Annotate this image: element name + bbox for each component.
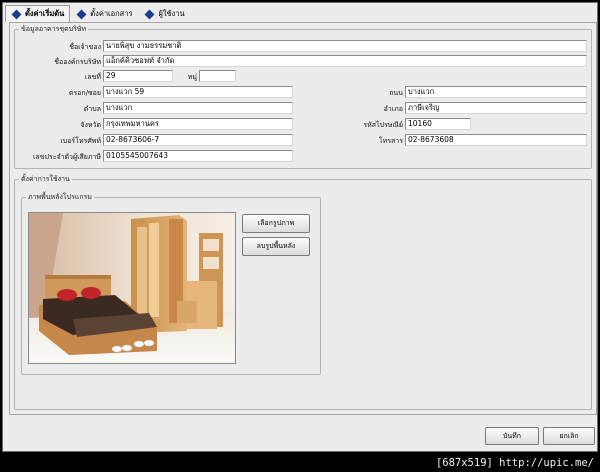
- moo-label: หมู่: [187, 73, 197, 81]
- owner-name-field[interactable]: นายพิสุข งามธรรมชาติ: [103, 40, 587, 52]
- background-image-preview: [28, 212, 236, 364]
- delete-background-button[interactable]: ลบรูปพื้นหลัง: [242, 237, 310, 256]
- usage-settings-legend: ตั้งค่าการใช้งาน: [21, 175, 70, 183]
- background-image-group: ภาพพื้นหลังโปรแกรม เลือกรูปภาพ ลบรูปพื้น…: [21, 192, 321, 375]
- tab-label: ตั้งค่าเริ่มต้น: [25, 9, 65, 18]
- tab-users[interactable]: ผู้ใช้งาน: [138, 5, 191, 22]
- usage-settings-group: ตั้งค่าการใช้งาน ภาพพื้นหลังโปรแกรม เลือ…: [14, 174, 592, 410]
- postcode-label: รหัสไปรษณีย์: [363, 121, 403, 129]
- diamond-icon: [145, 9, 155, 19]
- bedroom-photo: [29, 213, 235, 363]
- house-no-label: เลขที่: [84, 73, 101, 81]
- diamond-icon: [11, 9, 22, 19]
- province-label: จังหวัด: [80, 121, 101, 129]
- tab-label: ตั้งค่าเอกสาร: [90, 9, 133, 18]
- save-button[interactable]: บันทึก: [485, 427, 539, 445]
- soi-label: ตรอก/ซอย: [68, 89, 101, 97]
- watermark-text: [687x519] http://upic.me/: [435, 457, 594, 469]
- cancel-button[interactable]: ยกเลิก: [543, 427, 595, 445]
- moo-field[interactable]: [199, 70, 236, 82]
- district-label: อำเภอ: [383, 105, 403, 113]
- road-field[interactable]: บางแวก: [405, 86, 587, 98]
- tab-bar: ตั้งค่าเริ่มต้น ตั้งค่าเอกสาร ผู้ใช้งาน: [5, 5, 191, 22]
- district-field[interactable]: ภาษีเจริญ: [405, 102, 587, 114]
- tax-id-label: เลขประจำตัวผู้เสียภาษี: [33, 153, 101, 161]
- tab-label: ผู้ใช้งาน: [158, 9, 185, 18]
- subdistrict-field[interactable]: บางแวก: [103, 102, 293, 114]
- tab-document-settings[interactable]: ตั้งค่าเอกสาร: [70, 5, 139, 22]
- house-no-field[interactable]: 29: [103, 70, 173, 82]
- phone-label: เบอร์โทรศัพท์: [60, 137, 101, 145]
- diamond-icon: [76, 9, 87, 19]
- province-field[interactable]: กรุงเทพมหานคร: [103, 118, 293, 130]
- soi-field[interactable]: บางแวก 59: [103, 86, 293, 98]
- settings-window: ตั้งค่าเริ่มต้น ตั้งค่าเอกสาร ผู้ใช้งาน …: [2, 2, 598, 452]
- phone-field[interactable]: 02-8673606-7: [103, 134, 293, 146]
- fax-field[interactable]: 02-8673608: [405, 134, 587, 146]
- owner-name-label: ชื่อเจ้าของ: [69, 43, 101, 51]
- company-info-group: ข้อมูลอาคารชุดบริษัท ชื่อเจ้าของ นายพิสุ…: [14, 24, 592, 169]
- fax-label: โทรสาร: [378, 137, 403, 145]
- background-image-legend: ภาพพื้นหลังโปรแกรม: [28, 193, 92, 201]
- tab-initial-settings[interactable]: ตั้งค่าเริ่มต้น: [5, 5, 71, 22]
- choose-image-button[interactable]: เลือกรูปภาพ: [242, 214, 310, 233]
- tab-panel: ข้อมูลอาคารชุดบริษัท ชื่อเจ้าของ นายพิสุ…: [9, 22, 597, 415]
- company-name-field[interactable]: แอ็กค์คิวซอฟท์ จำกัด: [103, 55, 587, 67]
- company-info-legend: ข้อมูลอาคารชุดบริษัท: [21, 25, 87, 33]
- road-label: ถนน: [389, 89, 403, 97]
- tax-id-field[interactable]: 0105545007643: [103, 150, 293, 162]
- subdistrict-label: ตำบล: [83, 105, 101, 113]
- company-name-label: ชื่อองค์กรบริษัท: [54, 58, 101, 66]
- postcode-field[interactable]: 10160: [405, 118, 471, 130]
